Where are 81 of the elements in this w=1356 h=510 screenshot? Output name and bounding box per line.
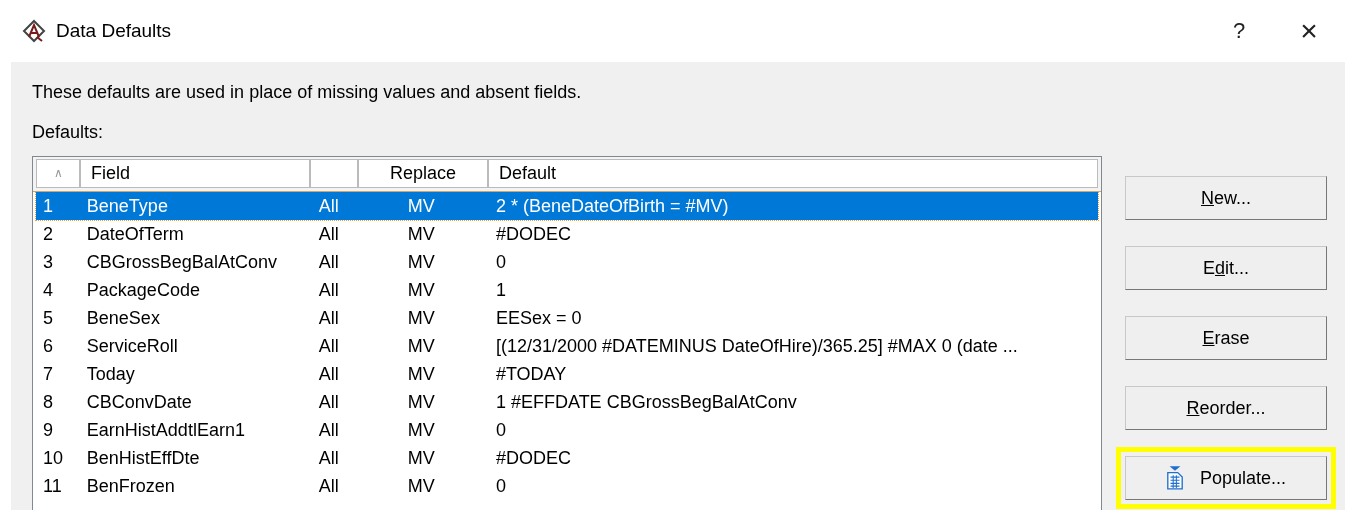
field-cell-text: BeneType [85, 195, 169, 217]
scope-cell-text: All [317, 195, 340, 217]
replace-cell-text: MV [406, 223, 436, 245]
action-button[interactable]: Populate... [1125, 456, 1327, 500]
field-cell-text: CBGrossBegBalAtConv [85, 251, 278, 273]
action-button[interactable]: Edit... [1125, 246, 1327, 290]
description-text: These defaults are used in place of missing values and absent fields. [32, 82, 583, 104]
row-number: 6 [42, 335, 54, 357]
column-header[interactable]: Replace [358, 159, 488, 188]
replace-cell-text: MV [406, 279, 436, 301]
replace-cell-text: MV [406, 363, 436, 385]
list-label: Defaults: [32, 122, 105, 144]
scope-cell-text: All [317, 419, 340, 441]
scope-cell-text: All [317, 391, 340, 413]
action-button[interactable]: New... [1125, 176, 1327, 220]
row-number: 10 [42, 447, 65, 469]
field-cell-text: BenFrozen [85, 475, 176, 497]
table-row[interactable]: 6 ServiceRoll All MV [(12/31/2000 #DATEMINUS DateOfHire)/365.25] #MAX 0 (date ... [36, 332, 1098, 360]
row-number: 2 [42, 223, 54, 245]
row-number: 8 [42, 391, 54, 413]
action-button[interactable]: Erase [1125, 316, 1327, 360]
replace-cell-text: MV [406, 307, 436, 329]
help-button[interactable]: ? [1204, 18, 1274, 44]
action-button[interactable]: Reorder... [1125, 386, 1327, 430]
column-header[interactable]: Default [488, 159, 1098, 188]
scope-cell-text: All [317, 307, 340, 329]
field-cell-text: ServiceRoll [85, 335, 179, 357]
replace-cell-text: MV [406, 419, 436, 441]
window-title: Data Defaults [56, 20, 172, 42]
default-cell-text: 1 #EFFDATE CBGrossBegBalAtConv [494, 391, 798, 413]
scope-cell-text: All [317, 223, 340, 245]
default-cell-text: [(12/31/2000 #DATEMINUS DateOfHire)/365.25] #MAX 0 (date ... [494, 335, 1019, 357]
replace-cell-text: MV [406, 195, 436, 217]
scope-cell-text: All [317, 447, 340, 469]
table-row[interactable]: 3 CBGrossBegBalAtConv All MV 0 [36, 248, 1098, 276]
table-row[interactable]: 8 CBConvDate All MV 1 #EFFDATE CBGrossBegBalAtConv [36, 388, 1098, 416]
default-cell-text: 2 * (BeneDateOfBirth = #MV) [494, 195, 730, 217]
default-cell-text: #TODAY [494, 363, 568, 385]
table-row[interactable]: 1 BeneType All MV 2 * (BeneDateOfBirth = #MV) [36, 192, 1098, 220]
table-row[interactable]: 10 BenHistEffDte All MV #DODEC [36, 444, 1098, 472]
scope-cell-text: All [317, 363, 340, 385]
column-header[interactable]: Field [80, 159, 310, 188]
default-cell-text: EESex = 0 [494, 307, 583, 329]
field-cell-text: EarnHistAddtlEarn1 [85, 419, 246, 441]
row-number: 4 [42, 279, 54, 301]
table-row[interactable]: 5 BeneSex All MV EESex = 0 [36, 304, 1098, 332]
default-cell-text: 1 [494, 279, 507, 301]
table-row[interactable]: 11 BenFrozen All MV 0 [36, 472, 1098, 500]
field-cell-text: PackageCode [85, 279, 201, 301]
field-cell-text: BenHistEffDte [85, 447, 201, 469]
app-logo-icon [22, 19, 46, 43]
scope-cell-text: All [317, 335, 340, 357]
row-number: 5 [42, 307, 54, 329]
default-cell-text: 0 [494, 419, 507, 441]
row-number: 1 [42, 195, 54, 217]
table-row[interactable]: 9 EarnHistAddtlEarn1 All MV 0 [36, 416, 1098, 444]
default-cell-text: 0 [494, 251, 507, 273]
default-cell-text: #DODEC [494, 223, 572, 245]
replace-cell-text: MV [406, 251, 436, 273]
replace-cell-text: MV [406, 335, 436, 357]
table-row[interactable]: 7 Today All MV #TODAY [36, 360, 1098, 388]
field-cell-text: BeneSex [85, 307, 161, 329]
replace-cell-text: MV [406, 447, 436, 469]
field-cell-text: CBConvDate [85, 391, 193, 413]
table-row[interactable]: 4 PackageCode All MV 1 [36, 276, 1098, 304]
scope-cell-text: All [317, 475, 340, 497]
replace-cell-text: MV [406, 391, 436, 413]
row-number: 9 [42, 419, 54, 441]
row-number: 3 [42, 251, 54, 273]
table-download-icon [1165, 466, 1184, 490]
row-number: 7 [42, 363, 54, 385]
default-cell-text: #DODEC [494, 447, 572, 469]
default-cell-text: 0 [494, 475, 507, 497]
field-cell-text: Today [85, 363, 136, 385]
scope-cell-text: All [317, 251, 340, 273]
close-button[interactable]: × [1274, 14, 1344, 48]
field-cell-text: DateOfTerm [85, 223, 185, 245]
table-row[interactable]: 2 DateOfTerm All MV #DODEC [36, 220, 1098, 248]
replace-cell-text: MV [406, 475, 436, 497]
scope-cell-text: All [317, 279, 340, 301]
row-number: 11 [42, 475, 63, 497]
